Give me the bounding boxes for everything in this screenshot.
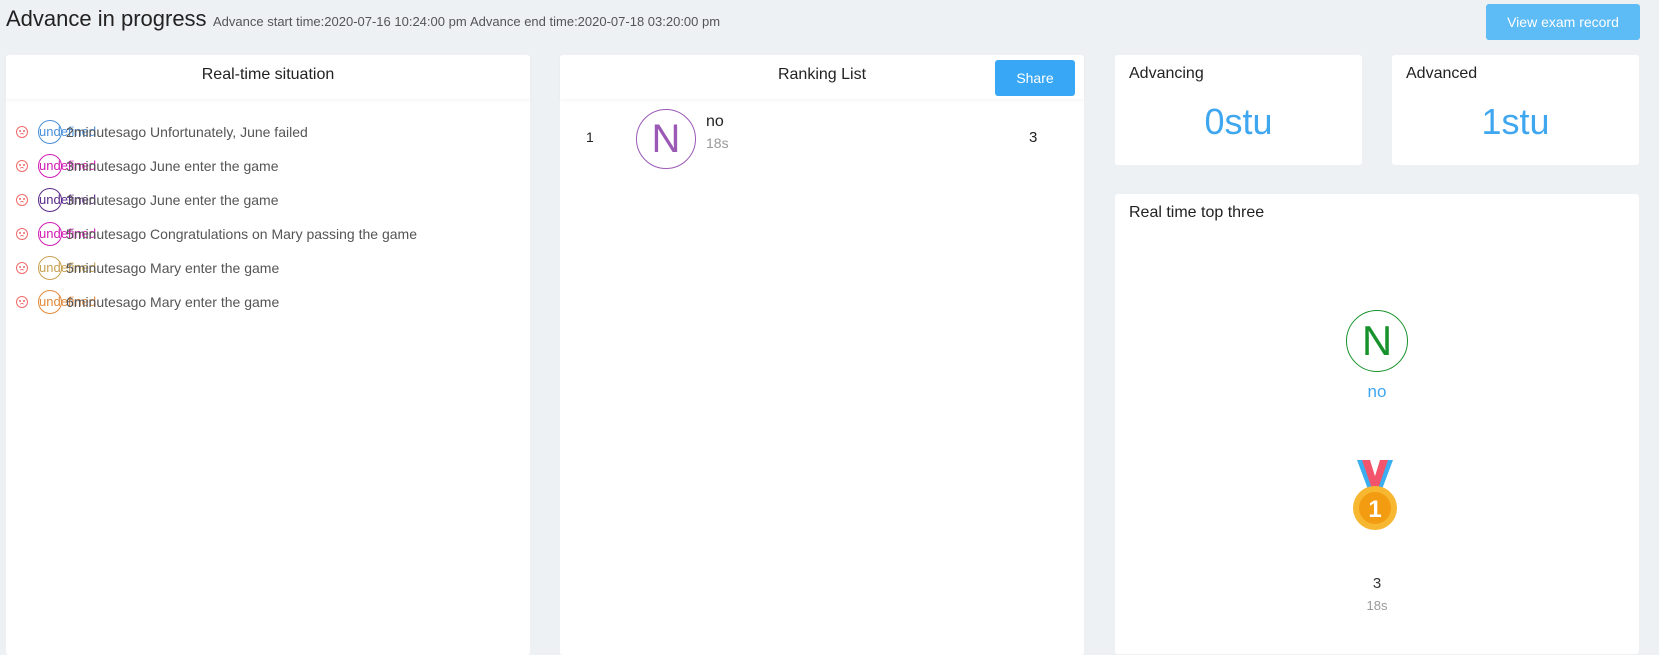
top-three-panel: Real time top three N no 1 3 18s [1115, 194, 1639, 654]
event-row: undefined 6minutesago Mary enter the gam… [6, 285, 530, 319]
sad-face-icon [16, 296, 28, 308]
top-three-title: Real time top three [1129, 204, 1265, 221]
rank-score: 3 [1029, 129, 1038, 146]
sad-face-icon [16, 126, 28, 138]
event-text: 3minutesago June enter the game [66, 158, 279, 174]
sad-face-icon [16, 194, 28, 206]
event-row: undefined 5minutesago Mary enter the gam… [6, 251, 530, 285]
rank-time: 18s [706, 135, 729, 151]
event-list: undefined 2minutesago Unfortunately, Jun… [6, 99, 530, 319]
advancing-value: 0stu [1204, 101, 1273, 142]
event-text: 2minutesago Unfortunately, June failed [66, 124, 308, 140]
ranking-header: Ranking List Share [560, 55, 1084, 99]
avatar: undefined [38, 256, 96, 280]
top-time: 18s [1366, 598, 1388, 613]
event-text: 5minutesago Congratulations on Mary pass… [66, 226, 417, 242]
svg-text:1: 1 [1368, 496, 1381, 523]
top-name: no [1367, 382, 1387, 401]
top-score: 3 [1372, 575, 1382, 592]
avatar: N [636, 109, 696, 169]
gold-medal-icon: 1 [1353, 460, 1397, 530]
advancing-label: Advancing [1129, 65, 1204, 82]
advancing-card: Advancing 0stu [1115, 55, 1362, 165]
ranking-row: 1 N no 18s 3 [560, 99, 1084, 179]
realtime-panel: Real-time situation undefined 2minutesag… [6, 55, 530, 655]
event-row: undefined 3minutesago June enter the gam… [6, 149, 530, 183]
avatar: N [1346, 310, 1408, 372]
page-title: Advance in progress [6, 6, 207, 31]
rank-name: no [706, 113, 724, 130]
advanced-card: Advanced 1stu [1392, 55, 1639, 165]
event-text: 5minutesago Mary enter the game [66, 260, 280, 276]
advanced-label: Advanced [1406, 65, 1478, 82]
ranking-panel: Ranking List Share 1 N no 18s 3 [560, 55, 1084, 655]
sad-face-icon [16, 160, 28, 172]
sad-face-icon [16, 228, 28, 240]
avatar: undefined [38, 222, 96, 246]
advance-end-time: Advance end time:2020-07-18 03:20:00 pm [470, 14, 721, 29]
avatar: undefined [38, 154, 96, 178]
sad-face-icon [16, 262, 28, 274]
event-text: 6minutesago Mary enter the game [66, 294, 280, 310]
event-row: undefined 2minutesago Unfortunately, Jun… [6, 115, 530, 149]
event-row: undefined 5minutesago Congratulations on… [6, 217, 530, 251]
avatar: undefined [38, 290, 96, 314]
event-row: undefined 3minutesago June enter the gam… [6, 183, 530, 217]
avatar: undefined [38, 188, 96, 212]
avatar: undefined [38, 120, 96, 144]
event-text: 3minutesago June enter the game [66, 192, 279, 208]
advanced-value: 1stu [1481, 101, 1550, 142]
view-exam-record-button[interactable]: View exam record [1486, 4, 1640, 40]
ranking-title: Ranking List [777, 66, 867, 83]
advance-start-time: Advance start time:2020-07-16 10:24:00 p… [213, 14, 467, 29]
share-button[interactable]: Share [995, 60, 1075, 96]
rank-number: 1 [586, 129, 594, 145]
realtime-title: Real-time situation [6, 55, 530, 99]
